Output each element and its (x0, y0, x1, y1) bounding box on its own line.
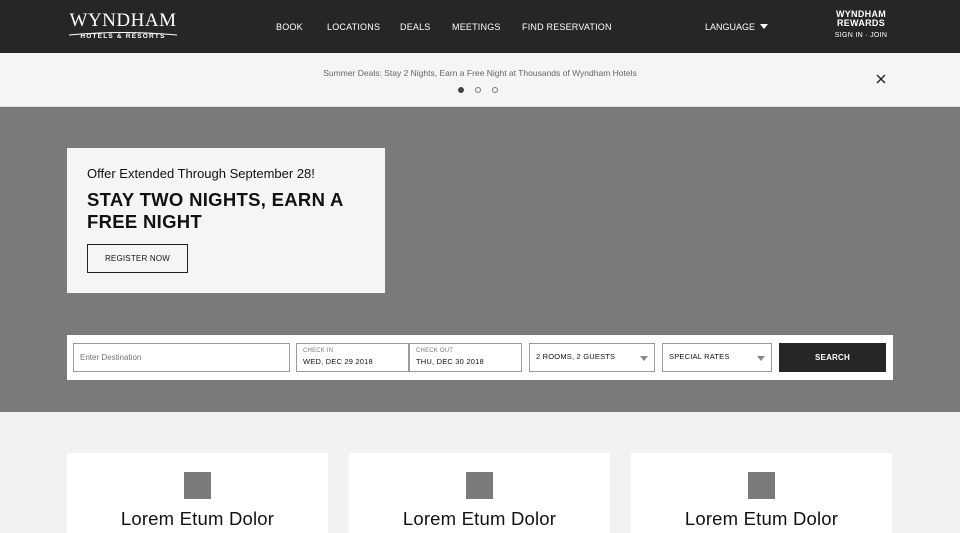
close-icon[interactable] (874, 72, 888, 86)
feature-card-title: Lorem Etum Dolor (120, 508, 275, 529)
language-label: LANGUAGE (705, 22, 756, 32)
check-out-value: THU, DEC 30 2018 (416, 357, 484, 366)
special-rates-select[interactable]: SPECIAL RATES (662, 343, 772, 372)
nav-book[interactable]: BOOK (276, 22, 303, 32)
register-now-button[interactable]: REGISTER NOW (87, 244, 188, 273)
rewards-links: SIGN IN · JOIN (826, 32, 896, 39)
placeholder-image-icon (748, 472, 775, 499)
nav-deals[interactable]: DEALS (400, 22, 431, 32)
logo-swoosh-icon (68, 32, 178, 36)
carousel-dots (458, 87, 498, 93)
logo-wordmark: WYNDHAM (69, 10, 177, 31)
carousel-dot-2[interactable] (475, 87, 481, 93)
check-out-label: CHECK OUT (416, 348, 454, 354)
check-in-label: CHECK IN (303, 348, 334, 354)
rooms-guests-value: 2 ROOMS, 2 GUESTS (536, 352, 616, 361)
rewards-logo-line2: REWARDS (836, 18, 886, 28)
rooms-guests-select[interactable]: 2 ROOMS, 2 GUESTS (529, 343, 655, 372)
feature-card[interactable]: Lorem Etum Dolor (349, 453, 610, 533)
chevron-down-icon (757, 356, 765, 361)
carousel-dot-3[interactable] (492, 87, 498, 93)
wyndham-rewards: WYNDHAM REWARDS SIGN IN · JOIN (826, 10, 896, 40)
offer-kicker: Offer Extended Through September 28! (87, 166, 315, 181)
special-rates-value: SPECIAL RATES (669, 352, 730, 361)
nav-find-reservation[interactable]: FIND RESERVATION (522, 22, 612, 32)
feature-card[interactable]: Lorem Etum Dolor (631, 453, 892, 533)
check-in-field[interactable]: CHECK IN WED, DEC 29 2018 (296, 343, 409, 372)
link-separator: · (865, 32, 868, 39)
destination-input[interactable] (73, 343, 290, 372)
check-out-field[interactable]: CHECK OUT THU, DEC 30 2018 (409, 343, 522, 372)
nav-meetings[interactable]: MEETINGS (452, 22, 501, 32)
booking-search-bar: CHECK IN WED, DEC 29 2018 CHECK OUT THU,… (67, 335, 893, 380)
top-navigation-bar: WYNDHAM HOTELS & RESORTS BOOK LOCATIONS … (0, 0, 960, 53)
sign-in-link[interactable]: SIGN IN (835, 32, 863, 39)
check-in-value: WED, DEC 29 2018 (303, 357, 373, 366)
offer-title: STAY TWO NIGHTS, EARN A FREE NIGHT (87, 189, 343, 232)
rewards-logo[interactable]: WYNDHAM REWARDS (826, 10, 896, 28)
search-button[interactable]: SEARCH (779, 343, 886, 372)
promo-text[interactable]: Summer Deals: Stay 2 Nights, Earn a Free… (0, 68, 960, 78)
feature-card-title: Lorem Etum Dolor (402, 508, 557, 529)
join-link[interactable]: JOIN (870, 32, 887, 39)
chevron-down-icon (760, 24, 769, 29)
chevron-down-icon (640, 356, 648, 361)
placeholder-image-icon (184, 472, 211, 499)
nav-locations[interactable]: LOCATIONS (327, 22, 380, 32)
carousel-dot-1[interactable] (458, 87, 464, 93)
offer-card: Offer Extended Through September 28! STA… (67, 148, 385, 293)
wyndham-logo[interactable]: WYNDHAM HOTELS & RESORTS (67, 11, 179, 40)
placeholder-image-icon (466, 472, 493, 499)
language-selector[interactable]: LANGUAGE (705, 22, 769, 32)
promo-banner: Summer Deals: Stay 2 Nights, Earn a Free… (0, 53, 960, 107)
feature-card[interactable]: Lorem Etum Dolor (67, 453, 328, 533)
hero-section: Offer Extended Through September 28! STA… (0, 107, 960, 412)
feature-card-title: Lorem Etum Dolor (684, 508, 839, 529)
